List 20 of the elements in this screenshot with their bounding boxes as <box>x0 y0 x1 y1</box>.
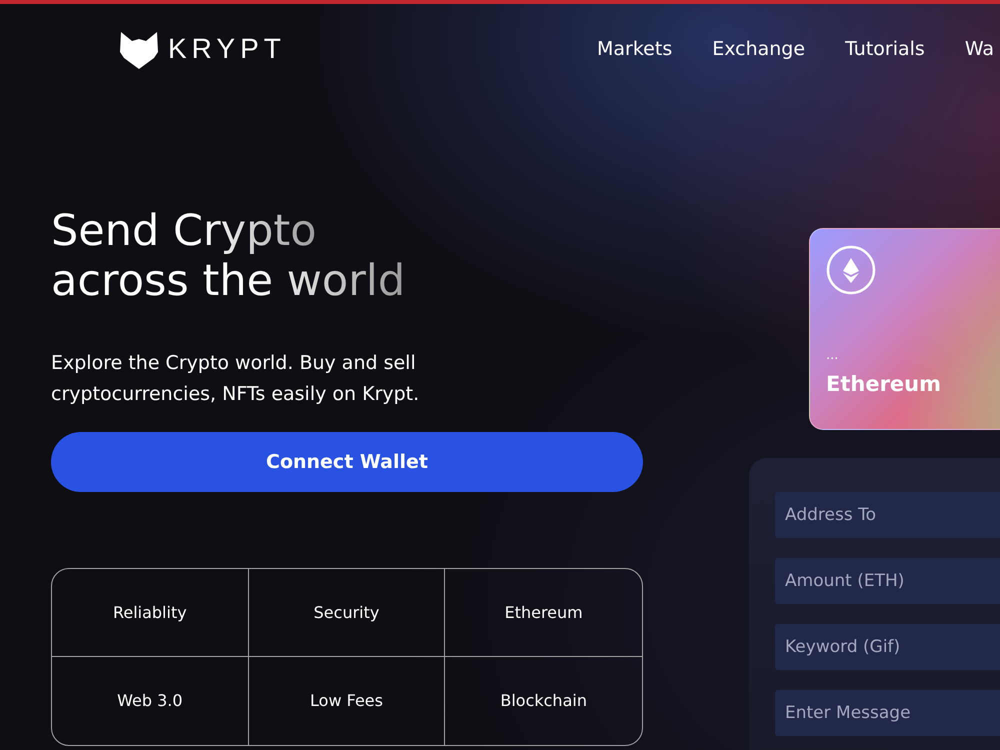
card-coin-name: Ethereum <box>826 371 942 398</box>
feature-cell-text: Blockchain <box>499 690 588 712</box>
nav-link[interactable]: Wa <box>964 34 994 64</box>
input-field[interactable]: Address To <box>775 492 1000 538</box>
input-field[interactable]: Amount (ETH) <box>775 558 1000 604</box>
feature-cell: Reliablity <box>52 569 249 657</box>
card-dots: ... <box>826 349 840 363</box>
nav-link[interactable]: Tutorials <box>845 34 925 64</box>
feature-cell: Web 3.0 <box>52 657 249 745</box>
feature-cell: Ethereum <box>445 569 642 657</box>
feature-cell: Low Fees <box>248 657 446 745</box>
feature-cell: Security <box>248 569 446 657</box>
connect-wallet-button[interactable]: Connect Wallet <box>51 432 643 492</box>
nav-link[interactable]: Markets <box>597 34 672 64</box>
input-field[interactable]: Enter Message <box>775 690 1000 736</box>
input-field[interactable]: Keyword (Gif) <box>775 624 1000 670</box>
logo-wordmark[interactable]: KRYPT <box>168 28 286 70</box>
ethereum-icon <box>826 245 876 295</box>
hero-description: Explore the Crypto world. Buy and sell cryptocurrencies, NFTs easily on Krypt. <box>51 351 420 407</box>
nav-link[interactable]: Exchange <box>712 34 806 64</box>
